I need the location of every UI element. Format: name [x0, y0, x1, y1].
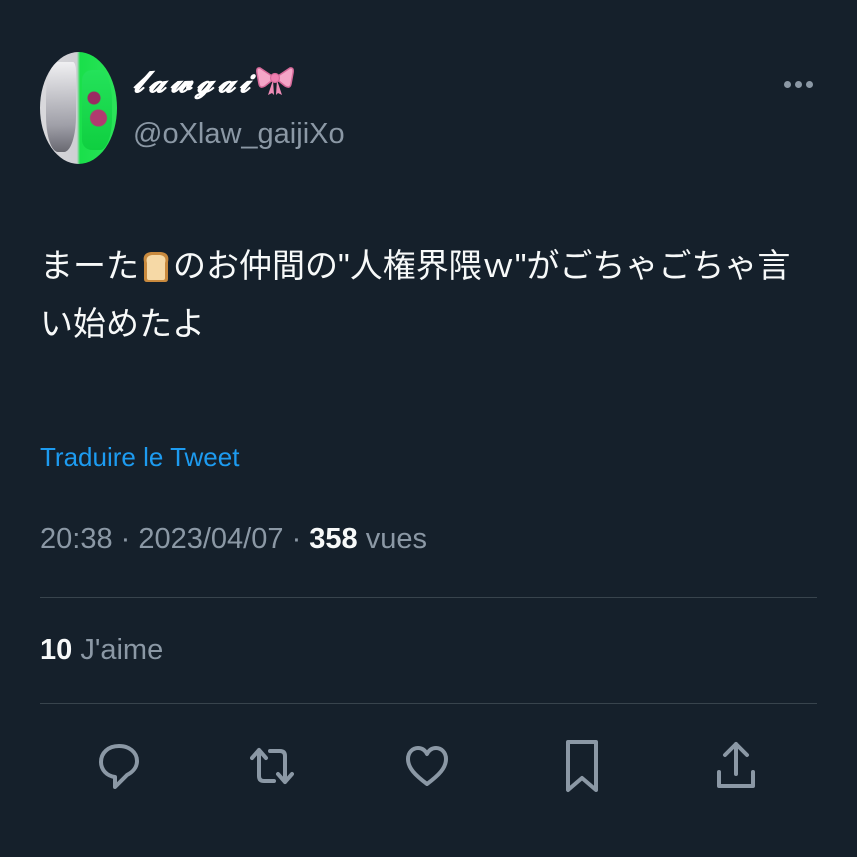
more-dots-icon[interactable] — [782, 74, 816, 96]
likes-stat[interactable]: 10 J'aime — [40, 634, 163, 667]
ribbon-bow-icon — [256, 64, 295, 104]
reply-icon — [99, 744, 139, 789]
tweet-text-start: まーた — [40, 247, 139, 284]
tweet-meta: 20:38 · 2023/04/07 · 358 vues — [40, 523, 427, 556]
translate-tweet-link[interactable]: Traduire le Tweet — [40, 442, 239, 473]
like-button[interactable] — [405, 738, 449, 794]
likes-count: 10 — [40, 634, 73, 666]
heart-icon — [406, 746, 448, 786]
divider — [40, 703, 817, 704]
bookmark-button[interactable] — [560, 738, 604, 794]
tweet-text: まーた のお仲間の"人権界隈ｗ"がごちゃごちゃ言い始めたよ — [40, 237, 820, 353]
share-icon — [717, 742, 755, 788]
tweet-time[interactable]: 20:38 — [40, 523, 113, 555]
meta-separator: · — [283, 523, 310, 555]
display-name[interactable]: 𝓵𝓪𝔀𝓰𝓪𝓲 — [133, 64, 295, 104]
tweet-detail: 𝓵𝓪𝔀𝓰𝓪𝓲 @oXlaw_gaijiXo まーた のお仲間の"人権界隈ｗ"がご… — [0, 0, 857, 857]
views-count: 358 — [309, 523, 358, 555]
reply-button[interactable] — [97, 738, 141, 794]
meta-separator: · — [112, 523, 139, 555]
retweet-icon — [250, 748, 294, 784]
views-label: vues — [365, 523, 428, 555]
avatar-right-half — [82, 70, 112, 150]
tweet-date[interactable]: 2023/04/07 — [138, 523, 283, 555]
avatar[interactable] — [40, 52, 117, 164]
likes-label: J'aime — [80, 634, 164, 666]
retweet-button[interactable] — [250, 738, 294, 794]
divider — [40, 597, 817, 598]
display-name-text: 𝓵𝓪𝔀𝓰𝓪𝓲 — [133, 65, 255, 100]
user-handle[interactable]: @oXlaw_gaijiXo — [133, 118, 345, 151]
bread-emoji-icon — [139, 243, 173, 282]
share-button[interactable] — [714, 738, 758, 794]
bookmark-icon — [566, 740, 598, 792]
avatar-left-half — [46, 62, 76, 152]
